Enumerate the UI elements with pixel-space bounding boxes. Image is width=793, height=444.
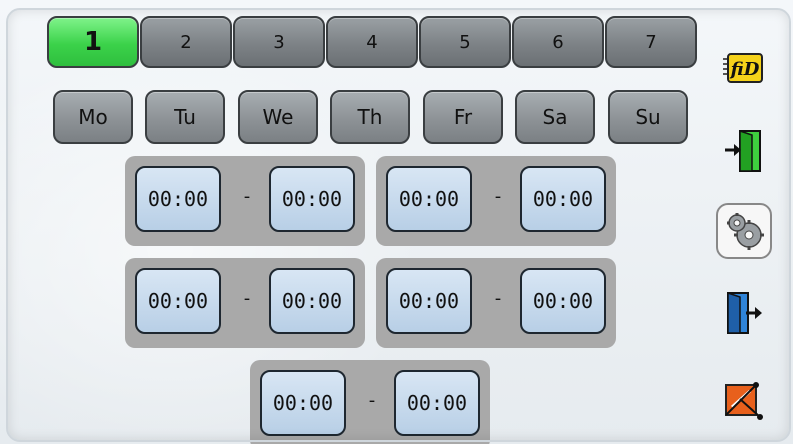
program-tab-3[interactable]: 3 xyxy=(233,16,325,68)
program-tab-4[interactable]: 4 xyxy=(326,16,418,68)
time-end-field[interactable]: 00:00 xyxy=(520,268,606,334)
program-tab-1[interactable]: 1 xyxy=(47,16,139,68)
day-button-tuesday[interactable]: Tu xyxy=(145,90,225,144)
time-window-4: 00:00 - 00:00 xyxy=(376,258,616,348)
day-button-sunday[interactable]: Su xyxy=(608,90,688,144)
day-button-monday[interactable]: Mo xyxy=(53,90,133,144)
time-separator: - xyxy=(494,288,502,309)
program-tab-2[interactable]: 2 xyxy=(140,16,232,68)
time-separator: - xyxy=(368,390,376,411)
login-icon[interactable] xyxy=(720,128,766,174)
time-separator: - xyxy=(494,186,502,207)
time-end-field[interactable]: 00:00 xyxy=(269,268,355,334)
day-button-wednesday[interactable]: We xyxy=(238,90,318,144)
time-end-field[interactable]: 00:00 xyxy=(269,166,355,232)
day-button-friday[interactable]: Fr xyxy=(423,90,503,144)
time-separator: - xyxy=(243,288,251,309)
time-window-3: 00:00 - 00:00 xyxy=(125,258,365,348)
program-tab-7[interactable]: 7 xyxy=(605,16,697,68)
time-separator: - xyxy=(243,186,251,207)
fid-logo-icon[interactable]: fiD xyxy=(720,45,766,91)
settings-gears-icon[interactable] xyxy=(716,203,772,259)
program-tab-6[interactable]: 6 xyxy=(512,16,604,68)
time-start-field[interactable]: 00:00 xyxy=(135,166,221,232)
edit-pen-icon[interactable] xyxy=(720,377,766,423)
time-start-field[interactable]: 00:00 xyxy=(386,268,472,334)
time-window-2: 00:00 - 00:00 xyxy=(376,156,616,246)
time-start-field[interactable]: 00:00 xyxy=(260,370,346,436)
time-window-1: 00:00 - 00:00 xyxy=(125,156,365,246)
screen: 1 2 3 4 5 6 7 Mo Tu We Th Fr Sa Su 00:00… xyxy=(0,0,793,444)
program-tab-5[interactable]: 5 xyxy=(419,16,511,68)
time-end-field[interactable]: 00:00 xyxy=(520,166,606,232)
logout-icon[interactable] xyxy=(720,290,766,336)
day-button-thursday[interactable]: Th xyxy=(330,90,410,144)
time-start-field[interactable]: 00:00 xyxy=(135,268,221,334)
day-button-saturday[interactable]: Sa xyxy=(515,90,595,144)
fid-logo-text: fiD xyxy=(729,59,760,80)
time-start-field[interactable]: 00:00 xyxy=(386,166,472,232)
time-window-5: 00:00 - 00:00 xyxy=(250,360,490,444)
time-end-field[interactable]: 00:00 xyxy=(394,370,480,436)
